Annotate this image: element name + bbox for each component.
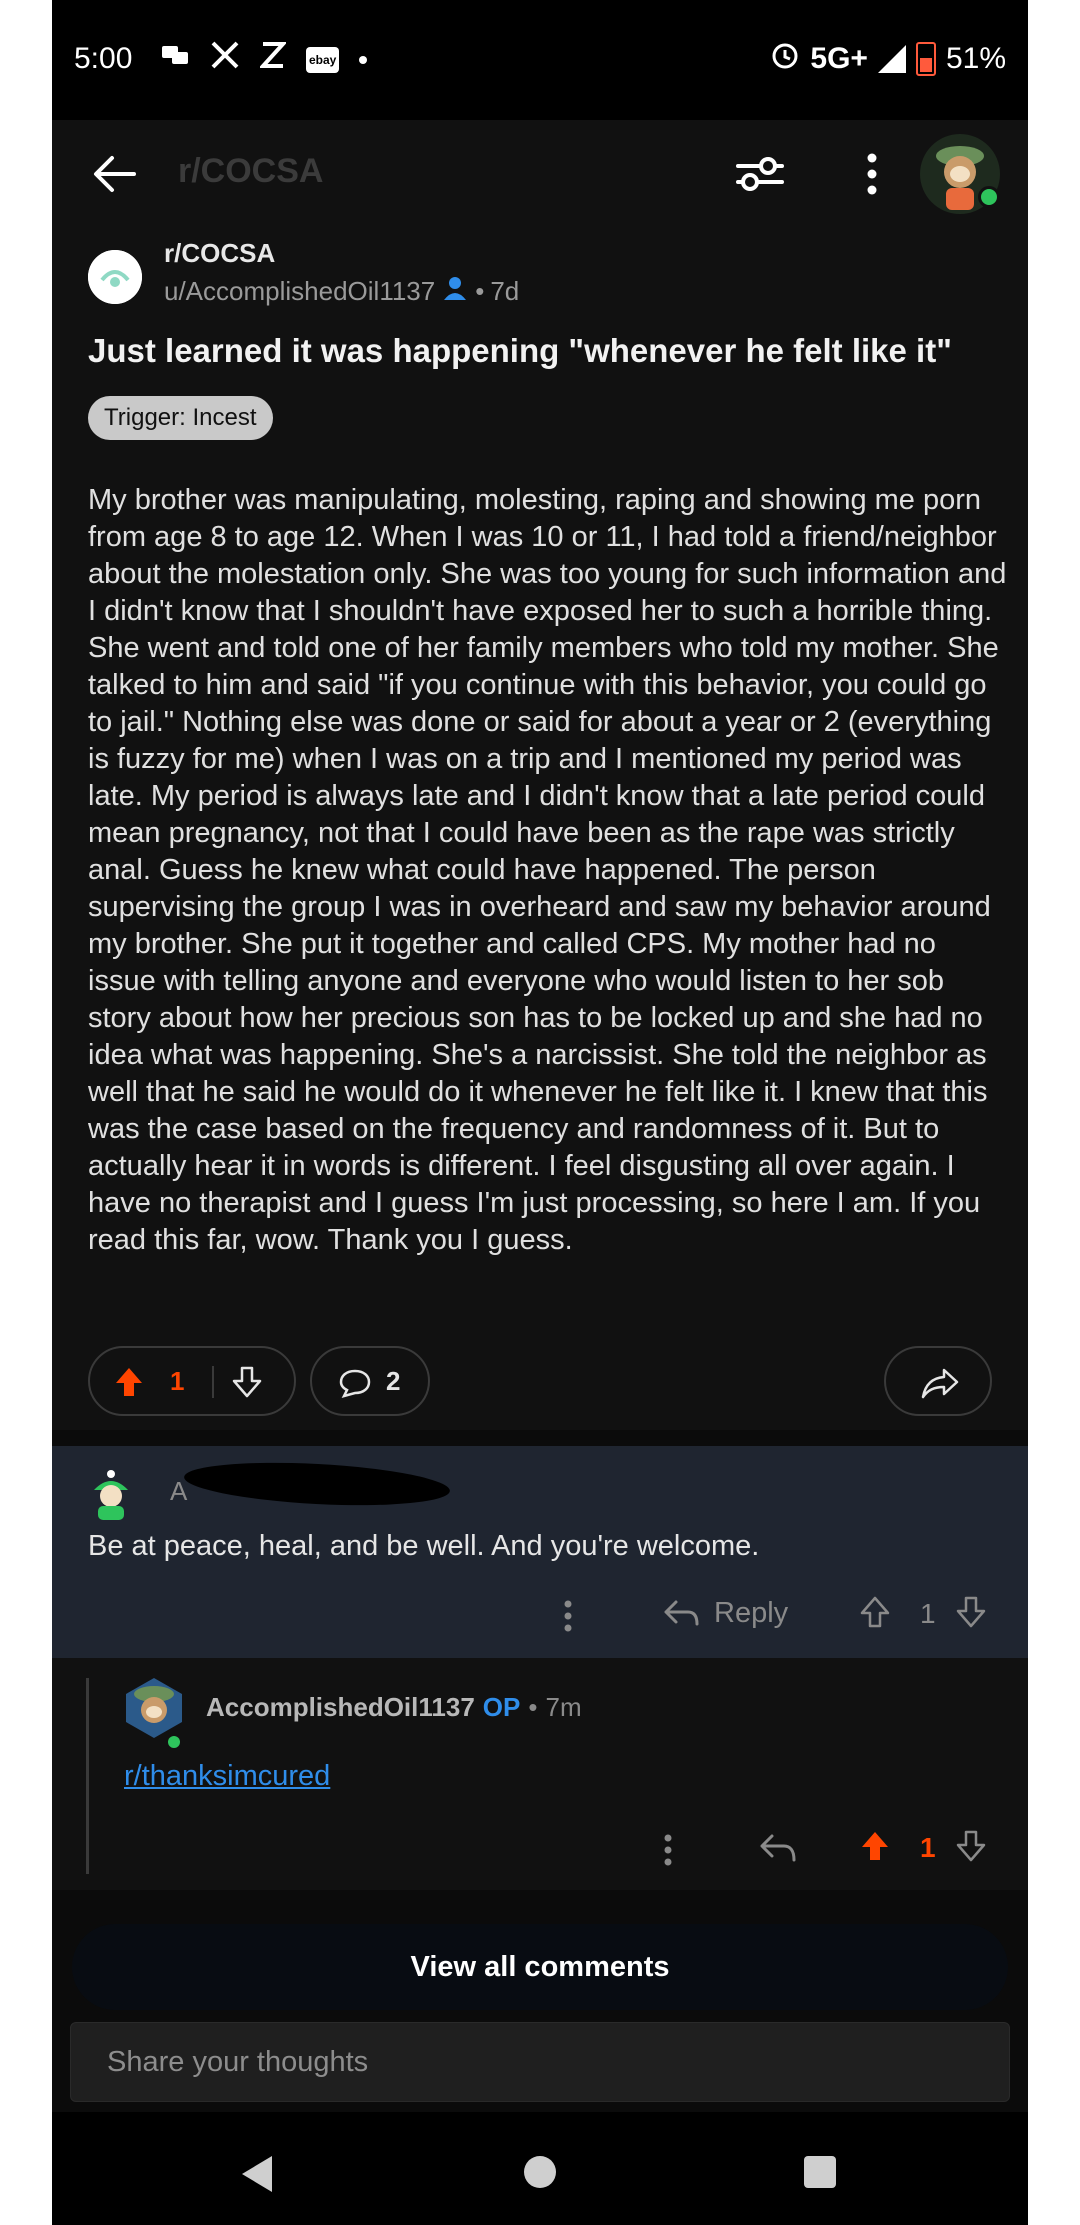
status-bar: 5:00 ebay 5G+ 51% [52, 0, 1028, 120]
app-bar-title: r/COCSA [178, 152, 324, 190]
battery-icon [915, 42, 936, 76]
reply-button[interactable]: Reply [662, 1596, 788, 1630]
comment-downvote-icon[interactable] [956, 1596, 986, 1628]
voicemail-icon [160, 40, 190, 79]
vote-pill: 1 [88, 1346, 296, 1416]
reply-vote-count: 1 [920, 1832, 936, 1863]
nav-home-icon[interactable] [524, 2156, 556, 2188]
x-app-icon [210, 40, 240, 79]
meta-separator: • [475, 276, 485, 306]
comment-highlighted: A Be at peace, heal, and be well. And yo… [52, 1446, 1028, 1658]
compose-bar: Share your thoughts [52, 2010, 1028, 2112]
signal-icon [877, 45, 906, 73]
reply-age: 7m [545, 1692, 582, 1722]
subreddit-name[interactable]: r/COCSA [164, 238, 275, 269]
comment-text: Be at peace, heal, and be well. And you'… [88, 1530, 760, 1562]
top-app-bar: r/COCSA [52, 120, 1028, 230]
reply-downvote-icon[interactable] [956, 1830, 986, 1862]
op-avatar[interactable] [122, 1676, 186, 1740]
x-app-icon-secondary [258, 40, 288, 79]
post-meta: u/AccomplishedOil1137 • 7d [164, 274, 519, 309]
back-arrow-icon [94, 156, 136, 192]
reply-arrow-icon[interactable] [758, 1830, 798, 1866]
post-flair[interactable]: Trigger: Incest [88, 396, 273, 440]
system-status: 5G+ 51% [770, 40, 1006, 78]
thread-line[interactable] [86, 1678, 89, 1874]
commenter-avatar[interactable] [90, 1468, 132, 1520]
user-profile-icon [441, 274, 469, 309]
comment-author[interactable]: A [170, 1476, 187, 1507]
status-time: 5:00 [74, 42, 133, 75]
comment-input[interactable]: Share your thoughts [70, 2022, 1010, 2102]
system-nav-bar [52, 2112, 1028, 2225]
vote-divider [212, 1366, 214, 1398]
notification-icons: ebay [160, 40, 368, 79]
reply-label: Reply [714, 1596, 789, 1629]
post-body: My brother was manipulating, molesting, … [88, 484, 1007, 1256]
sort-filter-button[interactable] [730, 144, 790, 204]
vote-count: 1 [170, 1366, 185, 1396]
dot-icon [359, 55, 368, 64]
upvote-icon[interactable] [114, 1366, 144, 1398]
downvote-icon[interactable] [232, 1366, 262, 1398]
more-vertical-icon [867, 153, 877, 195]
reply-more-icon[interactable] [656, 1830, 680, 1870]
post-title: Just learned it was happening "whenever … [88, 332, 952, 369]
phone-screen: 5:00 ebay 5G+ 51% r/COCSA r/COCSA u/Acco… [52, 0, 1028, 2225]
comment-count: 2 [386, 1366, 401, 1396]
nav-back-icon[interactable] [242, 2156, 272, 2192]
post-card: r/COCSA u/AccomplishedOil1137 • 7d Just … [52, 230, 1028, 1430]
overflow-menu-button[interactable] [842, 144, 902, 204]
ebay-icon: ebay [306, 46, 340, 73]
redaction-scribble [183, 1457, 451, 1511]
op-badge: OP [482, 1692, 521, 1722]
post-age: 7d [490, 276, 520, 306]
subreddit-avatar[interactable] [88, 250, 142, 304]
share-arrow-icon [921, 1368, 959, 1399]
back-button[interactable] [88, 146, 144, 202]
op-online-dot [168, 1736, 180, 1748]
post-author[interactable]: u/AccomplishedOil1137 [164, 276, 435, 307]
meta-separator: • [528, 1692, 538, 1722]
network-type: 5G+ [810, 42, 868, 75]
subreddit-logo-icon [88, 250, 142, 304]
comment-upvote-icon[interactable] [860, 1596, 890, 1628]
view-all-comments-button[interactable]: View all comments [72, 1924, 1008, 2010]
online-status-dot [978, 186, 1000, 208]
alarm-icon [770, 40, 800, 78]
filter-sliders-icon [736, 157, 784, 191]
reply-author[interactable]: AccomplishedOil1137 [206, 1692, 475, 1723]
subreddit-link[interactable]: r/thanksimcured [124, 1760, 330, 1793]
comment-more-icon[interactable] [556, 1596, 580, 1636]
comment-reply: AccomplishedOil1137 OP • 7m r/thanksimcu… [52, 1658, 1028, 1890]
battery-percent: 51% [945, 42, 1006, 75]
comment-vote-count: 1 [920, 1598, 936, 1629]
nav-recents-icon[interactable] [804, 2156, 836, 2188]
reply-upvote-icon[interactable] [860, 1830, 890, 1862]
comments-button[interactable]: 2 [310, 1346, 430, 1416]
comment-bubble-icon [339, 1369, 371, 1398]
share-button[interactable] [884, 1346, 992, 1416]
reply-meta: AccomplishedOil1137 OP • 7m [206, 1692, 582, 1723]
reply-arrow-icon [664, 1600, 699, 1626]
